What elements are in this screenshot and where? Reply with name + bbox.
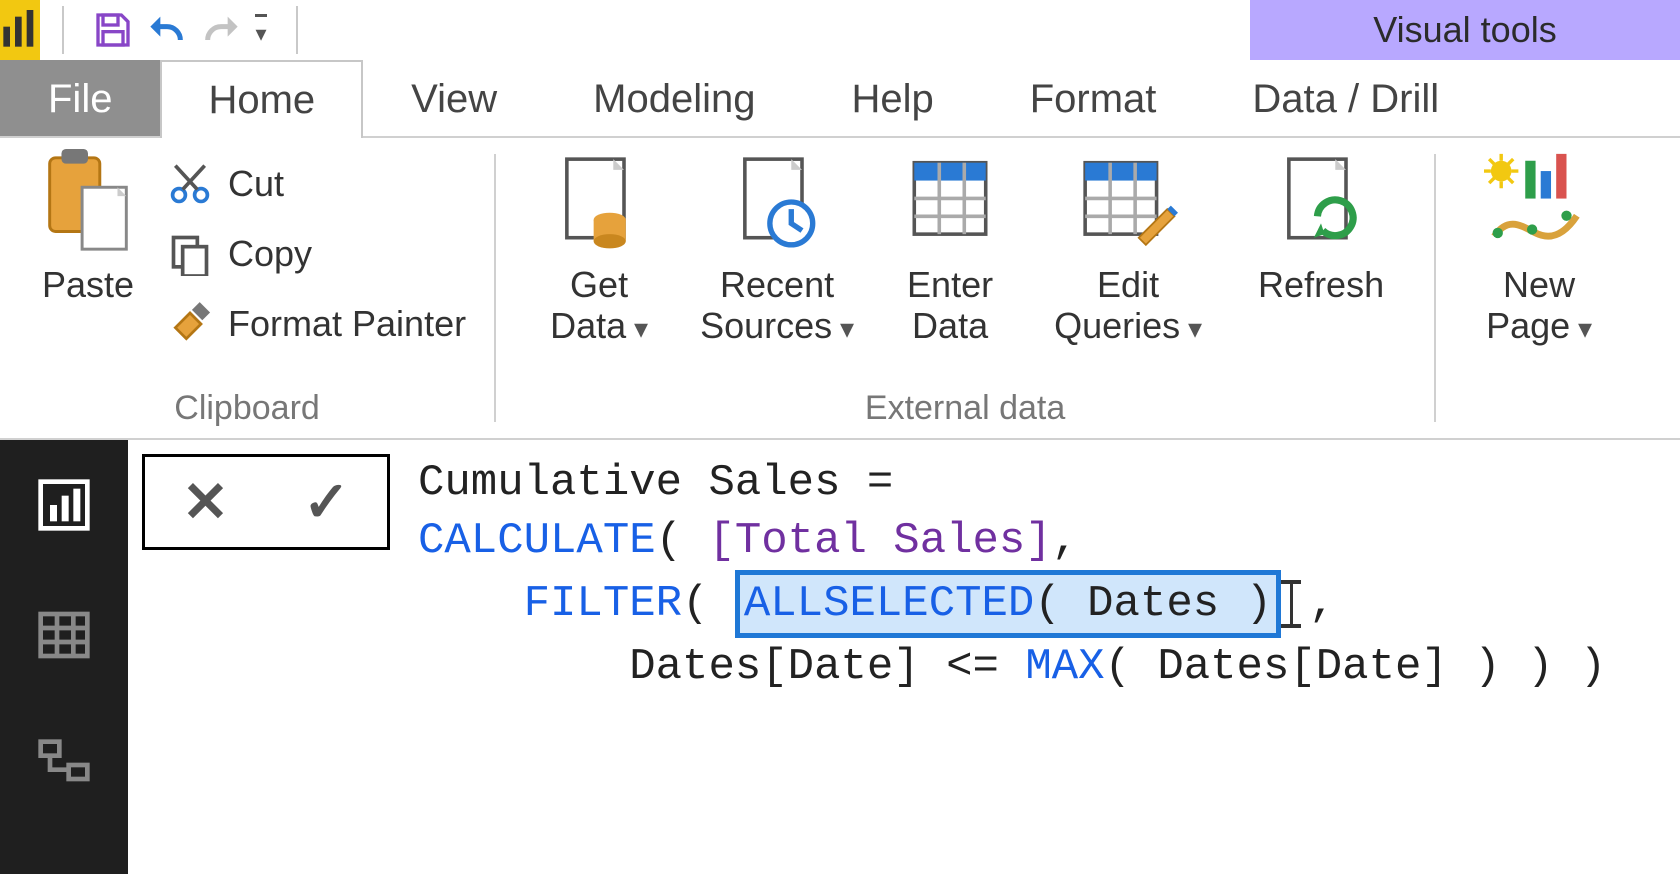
new-page-label: New Page [1486,264,1592,347]
dax-measure: [Total Sales] [708,516,1051,566]
edit-queries-button[interactable]: Edit Queries [1038,146,1218,347]
text-cursor-icon [1281,580,1309,628]
chevron-down-icon: ▾ [255,14,266,47]
group-external-data: Get Data Recent Sources Enter Data Edit … [496,138,1434,438]
nav-data-button[interactable] [29,600,99,670]
dax-function: CALCULATE [418,516,656,566]
recent-sources-icon [732,146,822,258]
body: ✕ ✓ Cumulative Sales = CALCULATE( [Total… [0,440,1680,874]
group-external-data-label: External data [524,379,1406,434]
refresh-button[interactable]: Refresh [1236,146,1406,305]
tab-home[interactable]: Home [160,60,363,138]
redo-icon [201,10,241,50]
refresh-label: Refresh [1258,264,1384,305]
tab-view[interactable]: View [363,60,545,136]
enter-data-label: Enter Data [907,264,993,347]
dax-function: FILTER [524,579,682,629]
formula-area: ✕ ✓ Cumulative Sales = CALCULATE( [Total… [128,440,1680,874]
formula-commit-controls: ✕ ✓ [142,454,390,550]
customize-qat-button[interactable]: ▾ [248,3,274,57]
model-view-icon [36,737,92,793]
selection-highlight: ALLSELECTED( Dates ) [735,570,1281,638]
cancel-formula-button[interactable]: ✕ [182,474,229,530]
nav-report-button[interactable] [29,470,99,540]
tab-modeling[interactable]: Modeling [545,60,803,136]
format-painter-button[interactable]: Format Painter [166,292,466,356]
save-icon [93,10,133,50]
dax-function: MAX [1025,642,1104,692]
tab-help[interactable]: Help [803,60,981,136]
cut-button[interactable]: Cut [166,152,466,216]
undo-button[interactable] [140,3,194,57]
separator [62,6,64,54]
separator [296,6,298,54]
group-insert: New Page [1436,138,1642,438]
get-data-icon [554,146,644,258]
copy-label: Copy [228,233,312,275]
refresh-icon [1276,146,1366,258]
paste-button[interactable]: Paste [28,146,148,306]
commit-formula-button[interactable]: ✓ [303,474,350,530]
new-page-button[interactable]: New Page [1464,146,1614,347]
tab-data-drill[interactable]: Data / Drill [1204,60,1451,136]
tab-format[interactable]: Format [982,60,1205,136]
recent-sources-button[interactable]: Recent Sources [692,146,862,347]
new-page-icon [1484,146,1594,258]
copy-icon [166,230,214,278]
contextual-tab-header: Visual tools [1250,0,1680,60]
get-data-button[interactable]: Get Data [524,146,674,347]
group-clipboard: Paste Cut Copy [0,138,494,438]
save-button[interactable] [86,3,140,57]
enter-data-button[interactable]: Enter Data [880,146,1020,347]
format-painter-label: Format Painter [228,303,466,345]
edit-queries-label: Edit Queries [1054,264,1202,347]
paste-label: Paste [42,264,134,306]
edit-queries-icon [1078,146,1178,258]
cut-icon [166,160,214,208]
data-view-icon [36,607,92,663]
paste-icon [40,146,136,258]
contextual-tab-label: Visual tools [1373,9,1556,51]
format-painter-icon [166,300,214,348]
formula-editor[interactable]: Cumulative Sales = CALCULATE( [Total Sal… [404,454,1606,696]
undo-icon [147,10,187,50]
recent-sources-label: Recent Sources [700,264,854,347]
quick-access-toolbar: ▾ Visual tools [0,0,1680,60]
left-nav [0,440,128,874]
ribbon: Paste Cut Copy [0,138,1680,440]
nav-model-button[interactable] [29,730,99,800]
cut-label: Cut [228,163,284,205]
redo-button[interactable] [194,3,248,57]
bar-chart-icon [0,10,40,50]
group-clipboard-label: Clipboard [28,379,466,434]
report-view-icon [36,477,92,533]
copy-button[interactable]: Copy [166,222,466,286]
enter-data-icon [905,146,995,258]
group-insert-label [1464,418,1614,434]
formula-text: Cumulative Sales = [418,458,893,508]
tab-file[interactable]: File [0,60,160,136]
get-data-label: Get Data [550,264,648,347]
app-icon [0,0,40,60]
ribbon-tabs: File Home View Modeling Help Format Data… [0,60,1680,138]
